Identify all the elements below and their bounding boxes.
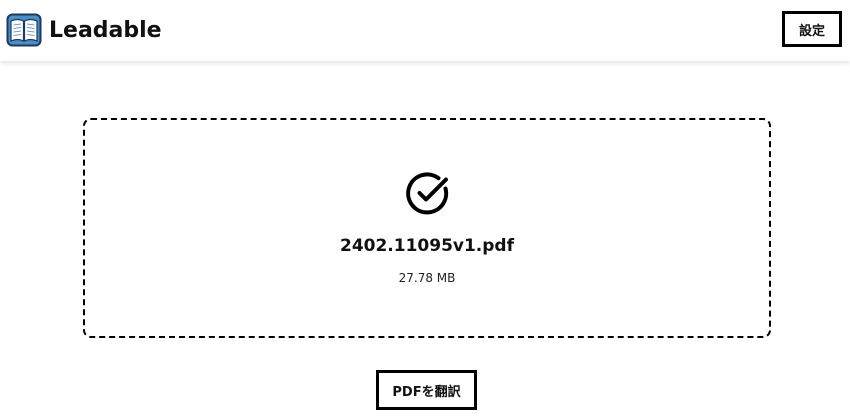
- check-circle-icon: [406, 172, 449, 215]
- file-name: 2402.11095v1.pdf: [339, 236, 515, 256]
- book-icon: [6, 13, 42, 47]
- translate-pdf-button[interactable]: PDFを翻訳: [376, 370, 477, 410]
- app-header: Leadable 設定: [0, 0, 850, 61]
- file-dropzone[interactable]: 2402.11095v1.pdf 27.78 MB: [83, 118, 771, 338]
- app-title: Leadable: [49, 18, 162, 43]
- file-size: 27.78 MB: [398, 271, 456, 285]
- settings-button[interactable]: 設定: [782, 11, 842, 47]
